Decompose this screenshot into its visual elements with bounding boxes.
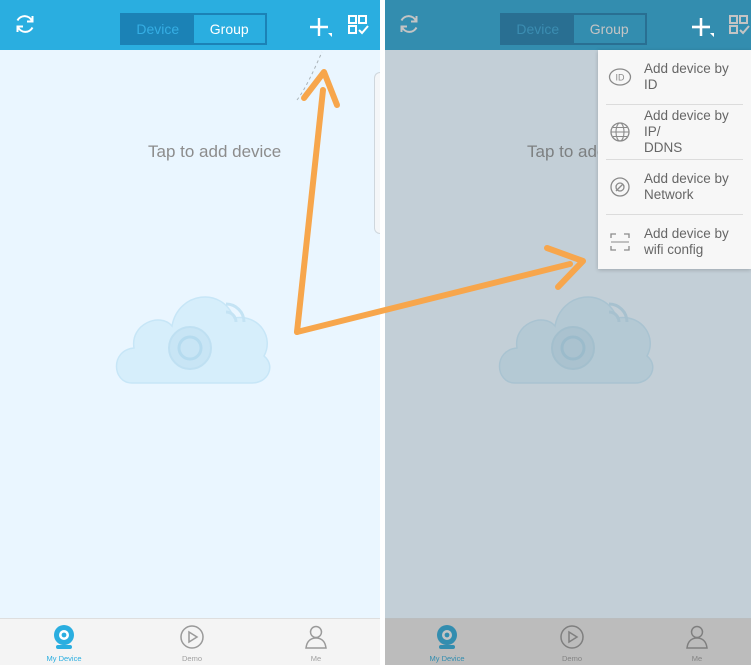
play-icon: [180, 625, 204, 649]
bottom-nav: My Device Demo Me: [0, 618, 380, 665]
nav-demo[interactable]: Demo: [152, 619, 232, 665]
top-bar: Device Group: [0, 0, 380, 50]
menu-item-add-by-wifi[interactable]: Add device by wifi config: [606, 215, 743, 269]
nav-label-my-device: My Device: [46, 654, 82, 663]
add-device-hint[interactable]: Tap to add device: [148, 142, 281, 162]
add-device-menu: ID Add device by ID Add device by IP/ DD…: [598, 50, 751, 269]
menu-label: Add device by ID: [644, 61, 729, 92]
menu-label: Add device by Network: [644, 171, 729, 202]
device-list-area: Tap to add device: [0, 50, 380, 619]
menu-item-add-by-id[interactable]: ID Add device by ID: [606, 50, 743, 105]
plus-icon-active[interactable]: [690, 16, 716, 40]
plus-icon[interactable]: [308, 16, 334, 40]
network-icon: [610, 177, 630, 197]
screen-before: Device Group Tap to add device My Device…: [0, 0, 380, 665]
nav-dim-overlay: [385, 619, 751, 665]
scan-frame-icon: [610, 233, 630, 251]
segment-control: Device Group: [120, 13, 267, 45]
nav-label-me: Me: [310, 654, 322, 663]
cloud-camera-icon: [115, 296, 271, 384]
globe-icon: [610, 122, 630, 142]
qr-scan-icon[interactable]: [347, 14, 369, 36]
menu-label: Add device by IP/ DDNS: [644, 108, 729, 155]
menu-item-add-by-network[interactable]: Add device by Network: [606, 160, 743, 215]
screen-after: Device Group Tap to add device My Device…: [385, 0, 751, 665]
id-icon: ID: [608, 68, 632, 86]
nav-me[interactable]: Me: [276, 619, 356, 665]
user-icon: [305, 625, 327, 649]
nav-label-demo: Demo: [181, 654, 202, 663]
camera-icon: [54, 625, 74, 649]
tab-device[interactable]: Device: [122, 15, 194, 43]
refresh-icon[interactable]: [13, 12, 37, 36]
side-panel-edge: [374, 72, 380, 234]
menu-label: Add device by wifi config: [644, 226, 729, 257]
svg-text:ID: ID: [616, 73, 626, 83]
nav-my-device[interactable]: My Device: [24, 619, 104, 665]
tab-group[interactable]: Group: [193, 15, 265, 43]
menu-item-add-by-ip[interactable]: Add device by IP/ DDNS: [606, 105, 743, 160]
